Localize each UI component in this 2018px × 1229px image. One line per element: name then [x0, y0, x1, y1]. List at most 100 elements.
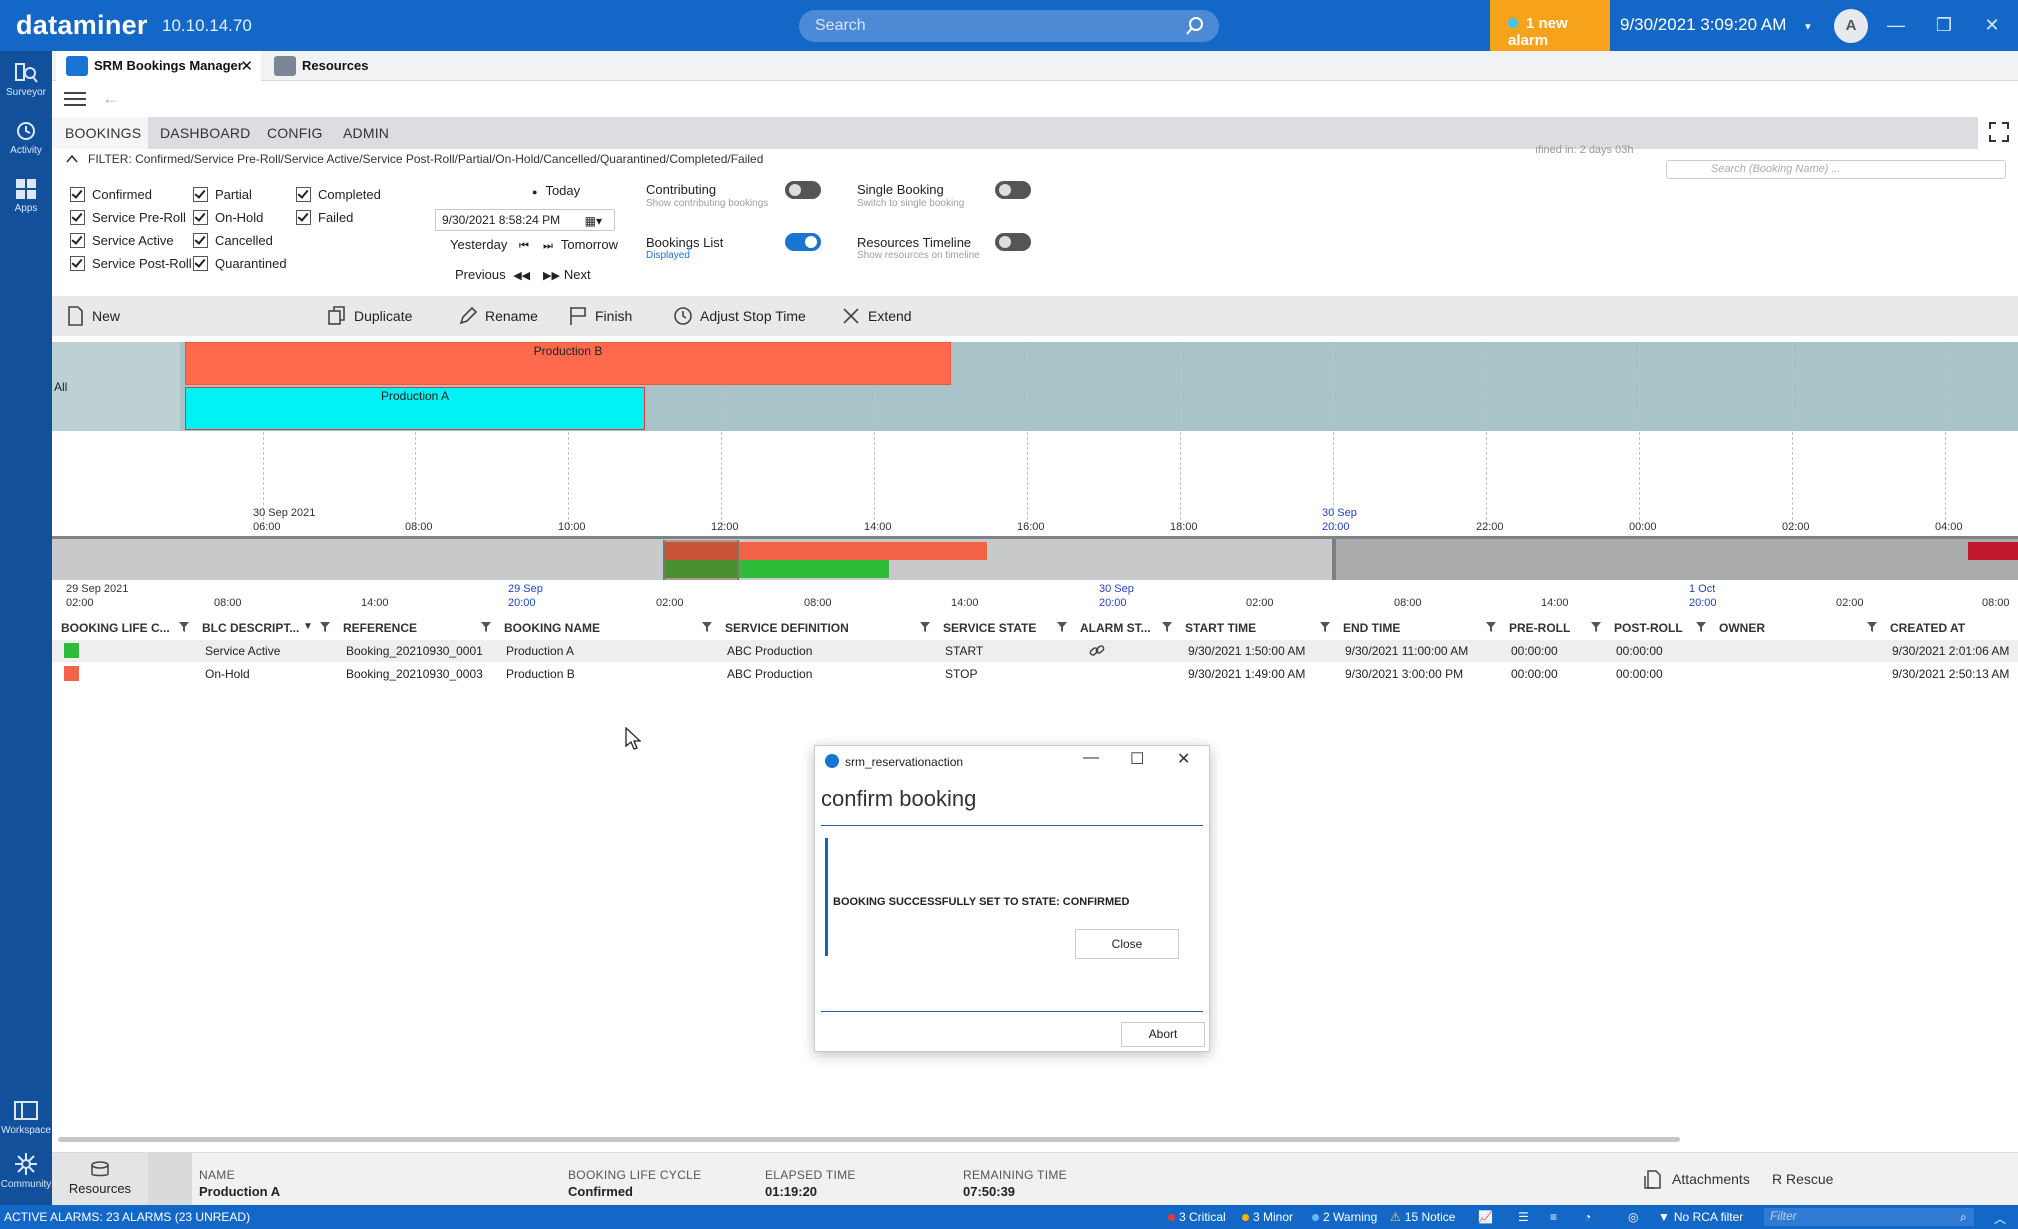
new-button[interactable]: New	[64, 306, 120, 326]
filter-icon[interactable]	[1590, 621, 1602, 633]
checkbox-quarantined[interactable]: Quarantined	[193, 256, 287, 271]
checkbox-service-post-roll[interactable]: Service Post-Roll	[70, 256, 192, 271]
previous-button[interactable]: Previous ◀◀	[455, 267, 530, 282]
notice-count[interactable]: ⚠ 15 Notice	[1390, 1210, 1455, 1224]
active-alarms-summary[interactable]: ACTIVE ALARMS: 23 ALARMS (23 UNREAD)	[4, 1210, 250, 1224]
checkbox-partial[interactable]: Partial	[193, 187, 252, 202]
col-header-owner[interactable]: OWNER	[1719, 621, 1765, 635]
table-row[interactable]: On-Hold Booking_20210930_0003 Production…	[52, 663, 2018, 685]
dialog-minimize-icon[interactable]: —	[1083, 749, 1099, 767]
trend-icon[interactable]: 📈	[1478, 1210, 1493, 1224]
checkbox-confirmed[interactable]: Confirmed	[70, 187, 152, 202]
col-header-start-time[interactable]: START TIME	[1185, 621, 1256, 635]
critical-count[interactable]: 3 Critical	[1168, 1210, 1226, 1224]
link-icon[interactable]	[1089, 643, 1105, 659]
extend-button[interactable]: Extend	[840, 308, 912, 324]
fullscreen-icon[interactable]	[1988, 121, 2010, 143]
expand-up-icon[interactable]: ︿	[1994, 1210, 2006, 1227]
filter-icon[interactable]	[1056, 621, 1068, 633]
rca-filter[interactable]: ▼ No RCA filter	[1658, 1210, 1743, 1224]
filter-search-icon[interactable]: ⌕	[1960, 1210, 1967, 1225]
duplicate-button[interactable]: Duplicate	[326, 306, 412, 325]
col-header-booking-name[interactable]: BOOKING NAME	[504, 621, 600, 635]
filter-icon[interactable]	[1485, 621, 1497, 633]
status-filter-input[interactable]: Filter	[1764, 1208, 1974, 1226]
table-row[interactable]: Service Active Booking_20210930_0001 Pro…	[52, 640, 2018, 662]
rail-item-surveyor[interactable]: Surveyor	[0, 61, 52, 98]
booking-search-input[interactable]: Search (Booking Name) ...	[1666, 160, 2006, 179]
close-window-icon[interactable]: ✕	[1980, 13, 2004, 37]
filter-icon[interactable]	[178, 621, 190, 633]
filter-icon[interactable]	[1866, 621, 1878, 633]
focus-icon[interactable]: ◎	[1628, 1210, 1638, 1224]
booking-bar-production-b[interactable]: Production B	[185, 342, 951, 385]
finish-button[interactable]: Finish	[567, 307, 632, 325]
tab-dashboard[interactable]: DASHBOARD	[160, 125, 250, 141]
tab-config[interactable]: CONFIG	[267, 125, 323, 141]
filter-icon[interactable]	[919, 621, 931, 633]
tab-srm-bookings-manager[interactable]: SRM Bookings Manager ✕	[56, 51, 261, 81]
filter-icon[interactable]	[480, 621, 492, 633]
tab-bookings[interactable]: BOOKINGS	[52, 117, 148, 149]
filter-icon[interactable]	[319, 621, 331, 633]
filter-summary[interactable]: FILTER: Confirmed/Service Pre-Roll/Servi…	[66, 152, 763, 166]
tomorrow-button[interactable]: ⏭ Tomorrow	[543, 237, 618, 253]
col-header-blc-description[interactable]: BLC DESCRIPT...	[202, 621, 299, 635]
booking-bar-production-a[interactable]: Production A	[185, 387, 645, 430]
col-header-service-definition[interactable]: SERVICE DEFINITION	[725, 621, 849, 635]
pie-chart-icon[interactable]: ◔	[1584, 1210, 1591, 1224]
list-view-icon[interactable]: ☰	[1518, 1210, 1529, 1224]
dropdown-icon[interactable]: ▾	[1805, 21, 1811, 33]
resources-button[interactable]: Resources	[52, 1153, 148, 1206]
close-button[interactable]: Close	[1075, 929, 1179, 959]
rail-item-activity[interactable]: Activity	[0, 119, 52, 156]
collapse-chevron-icon[interactable]	[66, 154, 78, 163]
overview-selection-window[interactable]	[663, 540, 739, 580]
new-alarm-button[interactable]: 1 new alarm	[1490, 0, 1610, 51]
filter-icon[interactable]	[1319, 621, 1331, 633]
single-booking-toggle[interactable]	[995, 181, 1031, 199]
user-avatar[interactable]: A	[1834, 9, 1868, 43]
checkbox-cancelled[interactable]: Cancelled	[193, 233, 273, 248]
calendar-icon[interactable]: ▦▾	[585, 214, 602, 228]
checkbox-failed[interactable]: Failed	[296, 210, 353, 225]
yesterday-button[interactable]: Yesterday ⏮	[450, 237, 529, 253]
checkbox-completed[interactable]: Completed	[296, 187, 381, 202]
rail-item-workspace[interactable]: Workspace	[0, 1099, 52, 1136]
search-icon[interactable]	[1185, 16, 1205, 36]
minor-count[interactable]: 3 Minor	[1242, 1210, 1293, 1224]
col-header-pre-roll[interactable]: PRE-ROLL	[1509, 621, 1570, 635]
col-header-reference[interactable]: REFERENCE	[343, 621, 417, 635]
rename-button[interactable]: Rename	[457, 306, 538, 325]
col-header-post-roll[interactable]: POST-ROLL	[1614, 621, 1683, 635]
filter-icon[interactable]	[1161, 621, 1173, 633]
bookings-list-toggle[interactable]	[785, 233, 821, 251]
contributing-toggle[interactable]	[785, 181, 821, 199]
attachments-button[interactable]: Attachments	[1642, 1170, 1750, 1189]
checkbox-on-hold[interactable]: On-Hold	[193, 210, 263, 225]
sort-lines-icon[interactable]: ≡	[1550, 1210, 1557, 1224]
next-button[interactable]: ▶▶ Next	[543, 267, 591, 282]
horizontal-scrollbar[interactable]	[58, 1137, 1680, 1142]
rail-item-apps[interactable]: Apps	[0, 177, 52, 214]
abort-button[interactable]: Abort	[1121, 1022, 1205, 1047]
filter-icon[interactable]	[701, 621, 713, 633]
resources-timeline-toggle[interactable]	[995, 233, 1031, 251]
checkbox-service-active[interactable]: Service Active	[70, 233, 174, 248]
today-option[interactable]: ● Today	[532, 183, 580, 198]
checkbox-service-pre-roll[interactable]: Service Pre-Roll	[70, 210, 186, 225]
tab-resources[interactable]: Resources	[264, 51, 389, 81]
sort-desc-icon[interactable]: ▼	[303, 621, 313, 632]
col-header-created-at[interactable]: CREATED AT	[1890, 621, 1965, 635]
dialog-close-icon[interactable]: ✕	[1177, 749, 1190, 769]
dialog-maximize-icon[interactable]: ☐	[1130, 749, 1144, 769]
col-header-service-state[interactable]: SERVICE STATE	[943, 621, 1036, 635]
col-header-end-time[interactable]: END TIME	[1343, 621, 1400, 635]
close-tab-icon[interactable]: ✕	[240, 57, 253, 75]
rescue-button[interactable]: R Rescue	[1772, 1171, 1833, 1187]
warning-count[interactable]: 2 Warning	[1312, 1210, 1377, 1224]
rail-item-community[interactable]: Community	[0, 1151, 52, 1190]
hamburger-menu-icon[interactable]	[64, 91, 86, 107]
col-header-booking-life-cycle[interactable]: BOOKING LIFE C...	[61, 621, 170, 635]
col-header-alarm-state[interactable]: ALARM ST...	[1080, 621, 1151, 635]
